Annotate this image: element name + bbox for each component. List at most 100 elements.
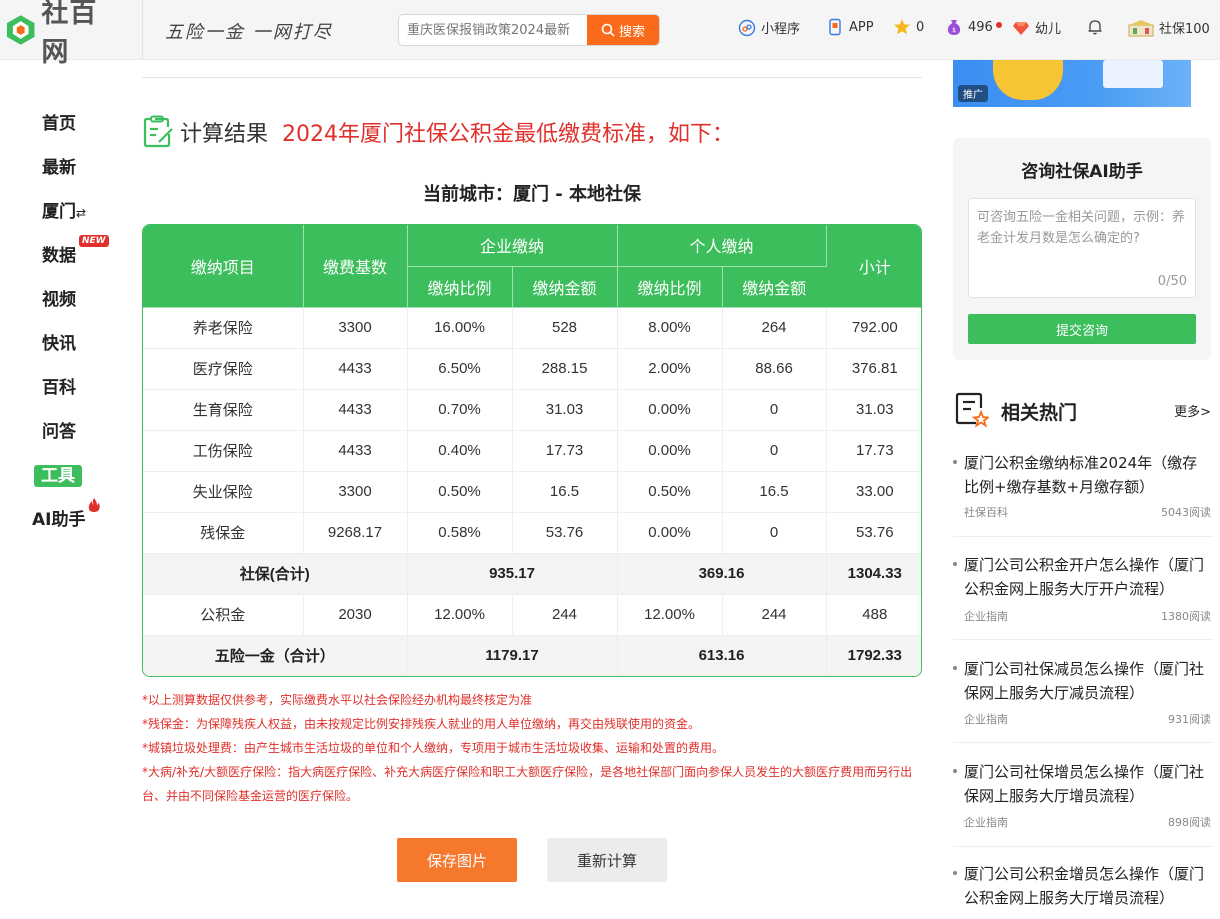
grand-sum-personal: 613.16 — [617, 635, 827, 676]
ad-graphic — [1103, 60, 1163, 88]
ai-question-textarea[interactable]: 可咨询五险一金相关问题，示例：养老金计发月数是怎么确定的? 0/50 — [968, 198, 1196, 298]
cell-subtotal: 792.00 — [826, 307, 921, 349]
nav-data-label: 数据 — [42, 246, 76, 266]
user-name: 社保100 — [1159, 22, 1210, 37]
cell-company-amount: 244 — [512, 594, 618, 636]
cell-personal-ratio: 12.00% — [617, 594, 723, 636]
save-image-button[interactable]: 保存图片 — [397, 838, 517, 882]
fire-icon — [88, 498, 100, 512]
hot-title: 相关热门 — [1001, 402, 1078, 424]
cell-personal-ratio: 0.00% — [617, 389, 723, 431]
search-button[interactable]: 搜索 — [587, 15, 659, 45]
header-base: 缴费基数 — [303, 225, 408, 308]
cell-personal-amount: 0 — [722, 430, 827, 472]
recalculate-button[interactable]: 重新计算 — [547, 838, 667, 882]
slogan: 五险一金 一网打尽 — [165, 22, 333, 43]
app-link[interactable]: APP — [826, 18, 874, 36]
ad-banner[interactable] — [953, 60, 1191, 107]
kid-label: 幼儿 — [1035, 22, 1062, 37]
bullet — [953, 871, 957, 875]
header-personal-ratio: 缴纳比例 — [617, 266, 723, 308]
points-link[interactable]: $ 496 — [945, 18, 993, 36]
table-row: 医疗保险 4433 6.50% 288.15 2.00% 88.66 376.8… — [143, 348, 921, 390]
cell-personal-amount: 244 — [722, 594, 827, 636]
site-logo[interactable]: 社百网 — [4, 0, 124, 68]
bullet — [953, 562, 957, 566]
swap-icon: ⇄ — [76, 206, 87, 220]
header-item: 缴纳项目 — [143, 225, 304, 308]
new-badge: NEW — [79, 235, 109, 247]
nav-qa[interactable]: 问答 — [42, 417, 76, 442]
coins-count: 0 — [916, 19, 925, 35]
nav-ai[interactable]: AI助手 — [32, 498, 100, 530]
kid-link[interactable]: 幼儿 — [1012, 18, 1061, 37]
cell-personal-ratio: 2.00% — [617, 348, 723, 390]
notification-button[interactable] — [1086, 18, 1104, 36]
table-row: 养老保险 3300 16.00% 528 8.00% 264 792.00 — [143, 307, 921, 349]
cell-personal-ratio: 0.00% — [617, 512, 723, 554]
cell-personal-amount: 0 — [722, 389, 827, 431]
cell-company-ratio: 0.70% — [407, 389, 513, 431]
cell-base: 9268.17 — [303, 512, 408, 554]
footnote: *残保金：为保障残疾人权益，由未按规定比例安排残疾人就业的用人单位缴纳，再交由残… — [142, 717, 701, 731]
cell-personal-amount: 88.66 — [722, 348, 827, 390]
cell-base: 4433 — [303, 389, 408, 431]
ai-assistant-card: 咨询社保AI助手 可咨询五险一金相关问题，示例：养老金计发月数是怎么确定的? 0… — [953, 138, 1211, 360]
bullet — [953, 769, 957, 773]
coins-link[interactable]: 0 — [893, 18, 924, 36]
notification-dot — [996, 22, 1002, 28]
nav-ai-label: AI助手 — [32, 510, 86, 530]
mini-program-link[interactable]: 小程序 — [738, 18, 800, 37]
top-header: 社百网 五险一金 一网打尽 搜索 小程序 APP 0 $ 496 幼儿 社保10… — [0, 0, 1220, 68]
app-label: APP — [849, 19, 874, 35]
nav-news[interactable]: 快讯 — [42, 329, 76, 354]
nav-wiki[interactable]: 百科 — [42, 373, 76, 398]
user-avatar-icon — [1128, 19, 1154, 37]
table-row: 生育保险 4433 0.70% 31.03 0.00% 0 31.03 — [143, 389, 921, 431]
social-sum-personal: 369.16 — [617, 553, 827, 595]
cell-company-amount: 528 — [512, 307, 618, 349]
article-title[interactable]: 厦门公司公积金增员怎么操作（厦门公积金网上服务大厅增员流程） — [964, 862, 1209, 910]
user-menu[interactable]: 社保100 — [1128, 18, 1210, 37]
nav-home[interactable]: 首页 — [42, 109, 76, 134]
article-title[interactable]: 厦门公司公积金开户怎么操作（厦门公积金网上服务大厅开户流程） — [964, 553, 1209, 601]
result-heading: 计算结果 2024年厦门社保公积金最低缴费标准，如下： — [142, 115, 734, 149]
logo-icon — [6, 15, 35, 45]
search-box: 搜索 — [398, 14, 660, 46]
cell-personal-ratio: 8.00% — [617, 307, 723, 349]
header-personal: 个人缴纳 — [617, 225, 827, 267]
social-sum-label: 社保(合计) — [143, 553, 408, 595]
cell-item: 医疗保险 — [143, 348, 304, 390]
article-title[interactable]: 厦门公司社保减员怎么操作（厦门社保网上服务大厅减员流程） — [964, 657, 1209, 705]
bullet — [953, 666, 957, 670]
more-link[interactable]: 更多> — [1174, 401, 1211, 420]
cell-base: 2030 — [303, 594, 408, 636]
social-sum-row: 社保(合计) 935.17 369.16 1304.33 — [143, 553, 921, 595]
current-city: 当前城市：厦门 - 本地社保 — [422, 184, 641, 205]
search-input[interactable] — [399, 15, 589, 45]
cell-company-ratio: 0.58% — [407, 512, 513, 554]
cell-company-ratio: 6.50% — [407, 348, 513, 390]
grand-sum-label: 五险一金（合计） — [143, 635, 408, 676]
cell-personal-amount: 16.5 — [722, 471, 827, 513]
article-category: 企业指南 — [964, 816, 1008, 829]
divider — [953, 846, 1213, 847]
submit-consult-button[interactable]: 提交咨询 — [968, 314, 1196, 344]
nav-tools[interactable]: 工具 — [34, 461, 82, 487]
cell-item: 工伤保险 — [143, 430, 304, 472]
cell-personal-amount: 264 — [722, 307, 827, 349]
cell-item: 养老保险 — [143, 307, 304, 349]
nav-data[interactable]: 数据 NEW — [42, 235, 109, 266]
cell-subtotal: 488 — [826, 594, 921, 636]
nav-city-label: 厦门 — [42, 202, 76, 222]
article-title[interactable]: 厦门公司社保增员怎么操作（厦门社保网上服务大厅增员流程） — [964, 760, 1209, 808]
divider — [142, 77, 922, 78]
svg-text:$: $ — [952, 27, 956, 34]
cell-subtotal: 31.03 — [826, 389, 921, 431]
header-personal-amount: 缴纳金额 — [722, 266, 827, 308]
nav-video[interactable]: 视频 — [42, 285, 76, 310]
cell-company-ratio: 0.40% — [407, 430, 513, 472]
nav-city[interactable]: 厦门⇄ — [42, 197, 86, 222]
article-title[interactable]: 厦门公积金缴纳标准2024年（缴存比例+缴存基数+月缴存额） — [964, 451, 1209, 499]
nav-latest[interactable]: 最新 — [42, 153, 76, 178]
